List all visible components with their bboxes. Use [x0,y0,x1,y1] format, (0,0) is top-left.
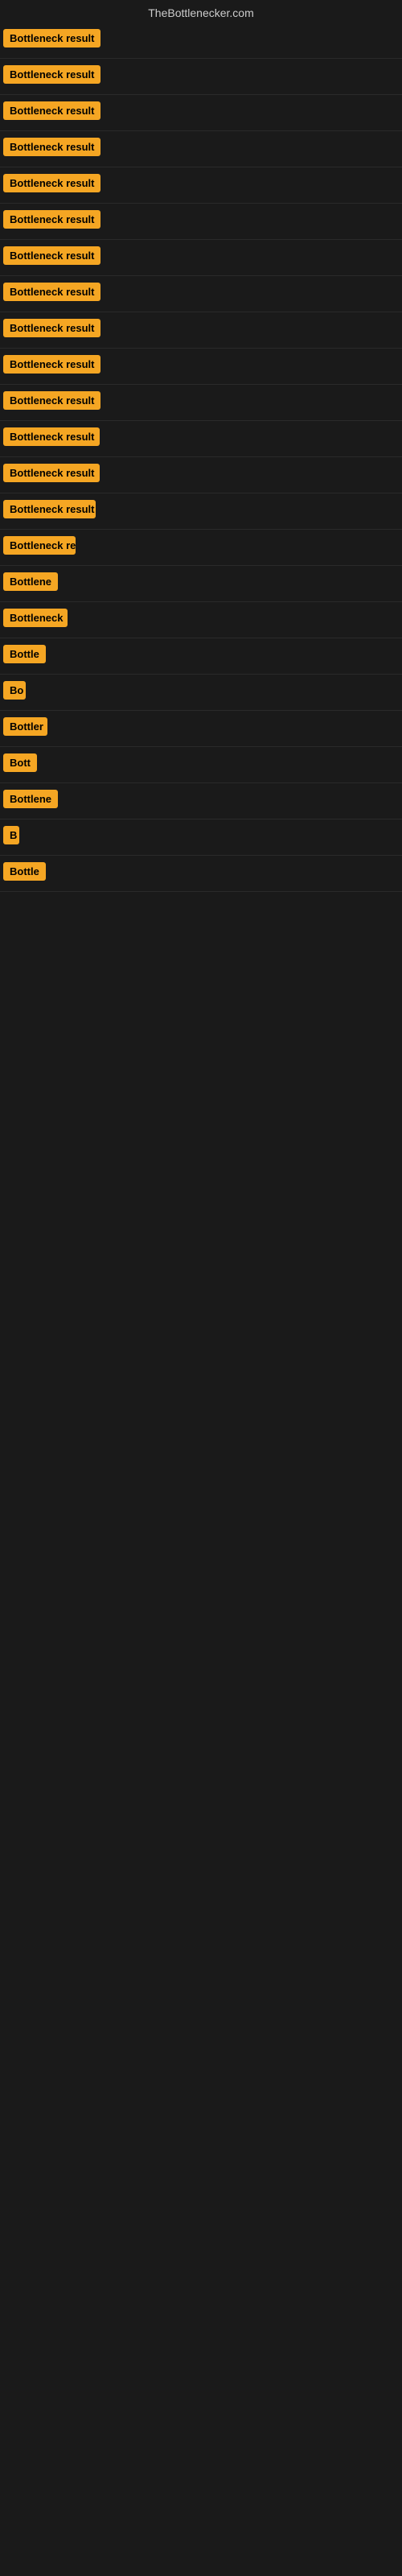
bottleneck-result-badge[interactable]: Bottleneck result [3,101,100,120]
list-item: Bottleneck result [0,131,402,167]
bottleneck-result-badge[interactable]: Bottler [3,717,47,736]
list-item: Bottleneck re [0,530,402,566]
bottleneck-result-badge[interactable]: Bottleneck result [3,391,100,410]
bottleneck-result-badge[interactable]: Bottle [3,862,46,881]
list-item: Bottle [0,856,402,892]
bottleneck-result-badge[interactable]: Bottleneck result [3,174,100,192]
list-item: Bottleneck result [0,421,402,457]
list-item: B [0,819,402,856]
list-item: Bottleneck result [0,204,402,240]
list-item: Bottler [0,711,402,747]
bottleneck-result-badge[interactable]: Bottleneck result [3,29,100,47]
site-header: TheBottlenecker.com [0,0,402,23]
list-item: Bottleneck result [0,493,402,530]
bottleneck-result-badge[interactable]: Bottleneck result [3,319,100,337]
results-list: Bottleneck result Bottleneck result Bottle… [0,23,402,892]
bottleneck-result-badge[interactable]: Bottleneck result [3,355,100,374]
bottleneck-result-badge[interactable]: Bottleneck [3,609,68,627]
bottleneck-result-badge[interactable]: Bottleneck result [3,246,100,265]
bottleneck-result-badge[interactable]: Bottleneck result [3,210,100,229]
list-item: Bottleneck result [0,457,402,493]
list-item: Bottlene [0,566,402,602]
list-item: Bo [0,675,402,711]
list-item: Bottleneck result [0,23,402,59]
list-item: Bottleneck result [0,385,402,421]
list-item: Bott [0,747,402,783]
bottleneck-result-badge[interactable]: Bottleneck result [3,427,100,446]
bottleneck-result-badge[interactable]: B [3,826,19,844]
bottleneck-result-badge[interactable]: Bo [3,681,26,700]
bottleneck-result-badge[interactable]: Bottleneck result [3,138,100,156]
bottleneck-result-badge[interactable]: Bottleneck result [3,283,100,301]
bottleneck-result-badge[interactable]: Bottlene [3,790,58,808]
list-item: Bottleneck result [0,167,402,204]
list-item: Bottlene [0,783,402,819]
list-item: Bottle [0,638,402,675]
list-item: Bottleneck result [0,240,402,276]
bottleneck-result-badge[interactable]: Bottleneck result [3,65,100,84]
site-title: TheBottlenecker.com [0,0,402,23]
bottleneck-result-badge[interactable]: Bottle [3,645,46,663]
bottleneck-result-badge[interactable]: Bottleneck result [3,500,96,518]
bottleneck-result-badge[interactable]: Bottleneck re [3,536,76,555]
list-item: Bottleneck result [0,276,402,312]
list-item: Bottleneck [0,602,402,638]
bottleneck-result-badge[interactable]: Bottlene [3,572,58,591]
list-item: Bottleneck result [0,349,402,385]
list-item: Bottleneck result [0,312,402,349]
list-item: Bottleneck result [0,95,402,131]
list-item: Bottleneck result [0,59,402,95]
bottleneck-result-badge[interactable]: Bott [3,753,37,772]
bottleneck-result-badge[interactable]: Bottleneck result [3,464,100,482]
